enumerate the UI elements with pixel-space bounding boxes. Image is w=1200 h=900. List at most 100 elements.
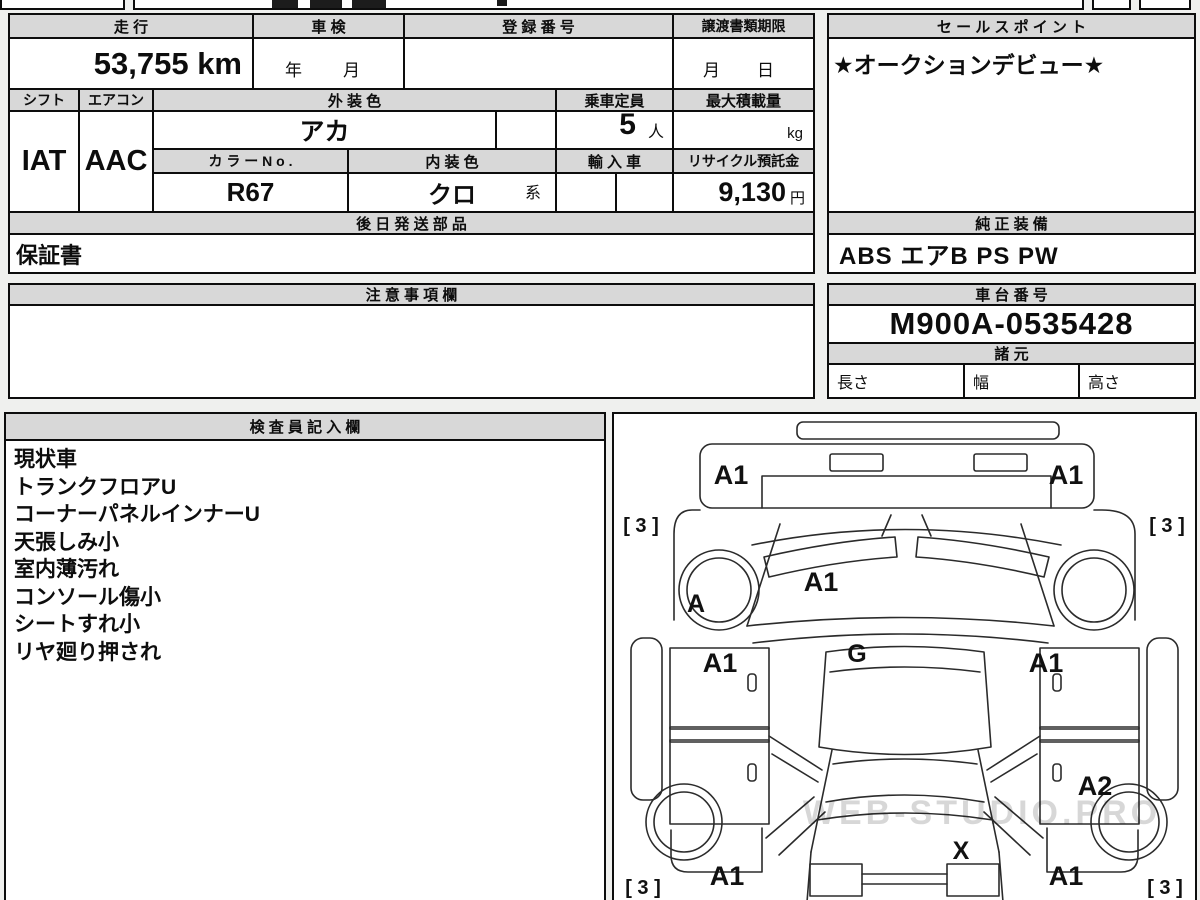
registration-header-label: 登 録 番 号 (502, 18, 575, 36)
recycle-deposit-unit: 円 (789, 190, 805, 207)
clipped-top-row-segment (1139, 0, 1191, 10)
equipment-value-text: ABS エアB PS PW (839, 243, 1059, 270)
grade-label-door-right: A1 (1029, 648, 1064, 678)
exterior-color-value: アカ (152, 110, 497, 150)
equipment-header: 純 正 装 備 (827, 211, 1196, 235)
chassis-value-text: M900A-0535428 (889, 306, 1134, 341)
clipped-text-artifact (272, 0, 298, 8)
corner-mark-rear-right: [ 3 ] (1147, 877, 1183, 899)
import-sub-cell-2 (615, 172, 674, 213)
sales-point-value-text: ★オークションデビュー★ (833, 52, 1105, 78)
inspector-note-line: シートすれ小 (14, 613, 140, 636)
transfer-doc-value-text: 月 日 (703, 61, 784, 80)
auction-sheet: 走 行 車 検 登 録 番 号 譲渡書類期限 53,755 km 年 月 月 日… (0, 0, 1200, 900)
later-parts-header-label: 後 日 発 送 部 品 (356, 215, 467, 233)
capacity-value: 5 人 (555, 110, 674, 150)
chassis-value: M900A-0535428 (827, 304, 1196, 344)
spec-height-label: 高さ (1088, 375, 1121, 392)
capacity-value-text: 5 (619, 110, 636, 141)
inspector-note-line: コンソール傷小 (14, 585, 161, 609)
clipped-text-artifact (310, 0, 342, 8)
shift-header-label: シフト (23, 92, 65, 108)
clipped-text-artifact (352, 0, 386, 8)
max-load-header-label: 最大積載量 (705, 92, 781, 110)
clipped-top-row-segment (1092, 0, 1131, 10)
grade-label-hood: A1 (804, 567, 839, 597)
spec-width-cell: 幅 (963, 363, 1080, 399)
corner-mark-front-left: [ 3 ] (623, 515, 659, 537)
registration-header: 登 録 番 号 (403, 13, 674, 39)
import-header-label: 輸 入 車 (587, 153, 642, 171)
car-diagram: WEB-STUDIO.PRO A1 A1 [ 3 ] [ 3 ] A A1 G … (623, 421, 1185, 900)
equipment-value: ABS エアB PS PW (827, 233, 1196, 274)
recycle-deposit-value: 9,130 円 (672, 172, 815, 213)
mileage-value: 53,755 km (8, 37, 254, 90)
max-load-header: 最大積載量 (672, 88, 815, 112)
spec-height-cell: 高さ (1078, 363, 1196, 399)
shaken-header: 車 検 (252, 13, 405, 39)
grade-label-rear-fender-right: A1 (1049, 861, 1084, 891)
capacity-header: 乗車定員 (555, 88, 674, 112)
notes-header-label: 注 意 事 項 欄 (365, 287, 458, 304)
interior-color-value: クロ 系 (347, 172, 557, 213)
mileage-header-label: 走 行 (113, 18, 149, 36)
capacity-unit-label: 人 (647, 124, 664, 141)
grade-label-front-bumper-left: A1 (714, 460, 749, 490)
sales-point-value: ★オークションデビュー★ (827, 37, 1196, 213)
capacity-header-label: 乗車定員 (584, 92, 645, 110)
inspector-note-line: トランクフロアU (14, 475, 177, 499)
spec-length-cell: 長さ (827, 363, 965, 399)
clipped-text-artifact (497, 0, 507, 6)
transfer-doc-header: 譲渡書類期限 (672, 13, 815, 39)
grade-label-rear-door-right: A2 (1078, 771, 1113, 801)
later-parts-header: 後 日 発 送 部 品 (8, 211, 815, 235)
chassis-header-label: 車 台 番 号 (975, 287, 1048, 304)
interior-color-value-text: クロ (428, 182, 476, 209)
aircon-value-text: AAC (84, 145, 148, 177)
chassis-header: 車 台 番 号 (827, 283, 1196, 306)
aircon-header: エアコン (78, 88, 154, 112)
exterior-color-header: 外 装 色 (152, 88, 557, 112)
max-load-unit-label: kg (787, 125, 803, 142)
inspector-box: 検 査 員 記 入 欄 現状車 トランクフロアU コーナーパネルインナーU 天張… (4, 412, 606, 900)
interior-color-header: 内 装 色 (347, 148, 557, 174)
registration-value (403, 37, 674, 90)
inspector-note-line: 室内薄汚れ (14, 558, 119, 581)
shift-value-text: IAT (21, 145, 67, 177)
max-load-value: kg (672, 110, 815, 150)
notes-header: 注 意 事 項 欄 (8, 283, 815, 306)
interior-color-suffix: 系 (524, 185, 541, 202)
color-no-header: カ ラ ー N o . (152, 148, 349, 174)
grade-label-door-left: A1 (703, 648, 738, 678)
aircon-value: AAC (78, 110, 154, 213)
shift-header: シフト (8, 88, 80, 112)
clipped-top-row-segment (0, 0, 125, 10)
spec-width-label: 幅 (973, 375, 990, 392)
transfer-doc-header-label: 譲渡書類期限 (701, 18, 786, 34)
inspector-note-line: 現状車 (14, 448, 77, 471)
shift-value: IAT (8, 110, 80, 213)
grade-label-front-bumper-right: A1 (1049, 460, 1084, 490)
transfer-doc-value: 月 日 (672, 37, 815, 90)
exterior-color-value-text: アカ (299, 118, 350, 146)
aircon-header-label: エアコン (88, 92, 144, 108)
later-parts-value-text: 保証書 (16, 242, 83, 268)
sales-point-header: セ ー ル ス ポ イ ン ト (827, 13, 1196, 39)
color-no-header-label: カ ラ ー N o . (208, 153, 293, 169)
sales-point-header-label: セ ー ル ス ポ イ ン ト (936, 18, 1087, 36)
import-sub-cell-1 (555, 172, 617, 213)
recycle-deposit-header: リサイクル預託金 (672, 148, 815, 174)
inspector-header: 検 査 員 記 入 欄 (6, 414, 604, 441)
inspector-note-line: コーナーパネルインナーU (14, 503, 260, 526)
inspector-header-label: 検 査 員 記 入 欄 (249, 419, 361, 436)
mileage-value-text: 53,755 km (93, 45, 242, 81)
corner-mark-rear-left: [ 3 ] (625, 877, 661, 899)
inspector-note-line: リヤ廻り押され (14, 640, 161, 664)
diagram-box: WEB-STUDIO.PRO A1 A1 [ 3 ] [ 3 ] A A1 G … (612, 412, 1197, 900)
interior-color-header-label: 内 装 色 (425, 153, 479, 171)
grade-label-windshield: G (847, 640, 866, 668)
exterior-color-header-label: 外 装 色 (327, 92, 382, 110)
later-parts-value: 保証書 (8, 233, 815, 274)
mileage-header: 走 行 (8, 13, 254, 39)
specs-header-label: 諸 元 (994, 346, 1029, 363)
